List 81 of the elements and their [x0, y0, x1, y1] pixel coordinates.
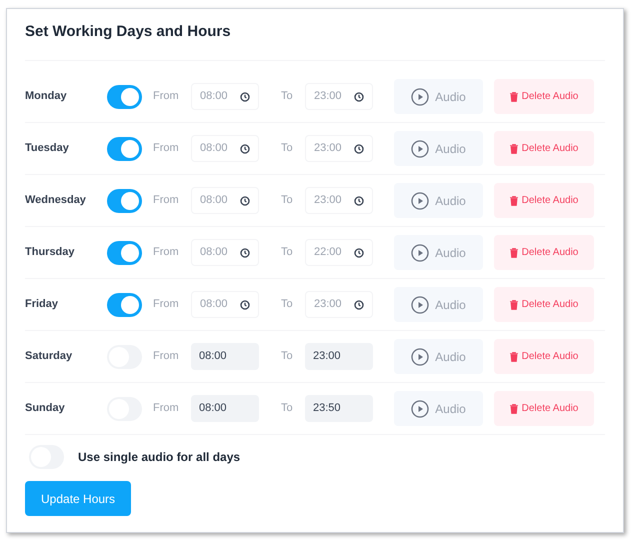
play-icon	[411, 88, 430, 106]
trash-icon	[510, 352, 518, 362]
day-toggle[interactable]	[107, 292, 142, 316]
play-icon	[411, 140, 430, 158]
time-field[interactable]: 23:50	[305, 395, 373, 422]
delete-audio-button[interactable]: Delete Audio	[494, 79, 594, 114]
play-audio-button[interactable]: Audio	[394, 79, 483, 114]
from-label: From	[153, 349, 180, 364]
time-field[interactable]: 08:00	[191, 239, 259, 266]
delete-audio-button[interactable]: Delete Audio	[494, 339, 594, 374]
delete-audio-button[interactable]: Delete Audio	[494, 131, 594, 166]
time-field[interactable]: 23:00	[305, 343, 373, 370]
play-audio-button[interactable]: Audio	[394, 287, 483, 322]
time-field[interactable]: 08:00	[191, 291, 259, 318]
day-label: Saturday	[25, 349, 74, 364]
from-label: From	[153, 297, 180, 312]
clock-icon	[240, 196, 250, 206]
time-field[interactable]: 23:00	[305, 135, 373, 162]
to-label: To	[281, 193, 294, 208]
time-field[interactable]: 23:00	[305, 187, 373, 214]
play-icon	[411, 244, 430, 262]
clock-icon	[354, 92, 364, 102]
clock-icon	[354, 144, 364, 154]
clock-icon	[240, 248, 250, 258]
play-icon	[411, 348, 430, 366]
day-toggle[interactable]	[107, 240, 142, 264]
day-toggle[interactable]	[107, 188, 142, 212]
time-field[interactable]: 08:00	[191, 83, 259, 110]
single-audio-label: Use single audio for all days	[78, 449, 240, 466]
time-field[interactable]: 23:00	[305, 83, 373, 110]
from-label: From	[153, 401, 180, 416]
to-label: To	[281, 89, 294, 104]
play-icon	[411, 296, 430, 314]
clock-icon	[354, 300, 364, 310]
delete-audio-button[interactable]: Delete Audio	[494, 287, 594, 322]
to-label: To	[281, 141, 294, 156]
from-label: From	[153, 193, 180, 208]
clock-icon	[354, 248, 364, 258]
clock-icon	[240, 92, 250, 102]
play-audio-button[interactable]: Audio	[394, 131, 483, 166]
trash-icon	[510, 248, 518, 258]
time-field[interactable]: 08:00	[191, 187, 259, 214]
trash-icon	[510, 404, 518, 414]
time-field[interactable]: 23:00	[305, 291, 373, 318]
clock-icon	[240, 144, 250, 154]
trash-icon	[510, 144, 518, 154]
play-icon	[411, 400, 430, 418]
play-icon	[411, 192, 430, 210]
play-audio-button[interactable]: Audio	[394, 391, 483, 426]
delete-audio-button[interactable]: Delete Audio	[494, 391, 594, 426]
trash-icon	[510, 92, 518, 102]
trash-icon	[510, 300, 518, 310]
time-field[interactable]: 08:00	[191, 395, 259, 422]
trash-icon	[510, 196, 518, 206]
from-label: From	[153, 245, 180, 260]
play-audio-button[interactable]: Audio	[394, 235, 483, 270]
panel-title: Set Working Days and Hours	[25, 22, 232, 42]
play-audio-button[interactable]: Audio	[394, 339, 483, 374]
day-toggle[interactable]	[107, 136, 142, 160]
from-label: From	[153, 141, 180, 156]
time-field[interactable]: 22:00	[305, 239, 373, 266]
to-label: To	[281, 401, 294, 416]
day-label: Tuesday	[25, 141, 70, 156]
to-label: To	[281, 245, 294, 260]
to-label: To	[281, 349, 294, 364]
day-label: Thursday	[25, 245, 76, 260]
day-label: Wednesday	[25, 193, 87, 208]
play-audio-button[interactable]: Audio	[394, 183, 483, 218]
clock-icon	[240, 300, 250, 310]
day-label: Monday	[25, 89, 68, 104]
day-label: Sunday	[25, 401, 66, 416]
day-toggle[interactable]	[107, 84, 142, 108]
from-label: From	[153, 89, 180, 104]
update-hours-button[interactable]: Update Hours	[25, 481, 132, 516]
day-label: Friday	[25, 297, 60, 312]
to-label: To	[281, 297, 294, 312]
time-field[interactable]: 08:00	[191, 135, 259, 162]
clock-icon	[354, 196, 364, 206]
time-field[interactable]: 08:00	[191, 343, 259, 370]
delete-audio-button[interactable]: Delete Audio	[494, 183, 594, 218]
delete-audio-button[interactable]: Delete Audio	[494, 235, 594, 270]
